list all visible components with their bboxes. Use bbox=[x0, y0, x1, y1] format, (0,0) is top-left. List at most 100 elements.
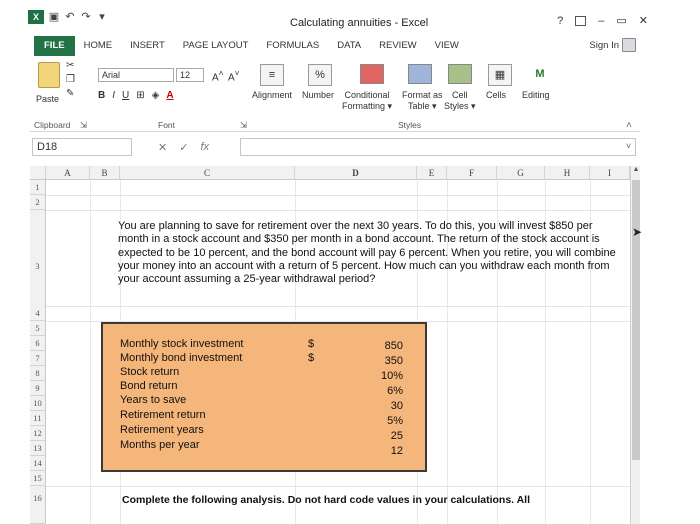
row-header-2[interactable]: 2 bbox=[30, 195, 46, 210]
borders-icon[interactable]: ⊞ bbox=[136, 90, 144, 101]
font-color-icon[interactable]: A bbox=[166, 90, 173, 101]
row-header-6[interactable]: 6 bbox=[30, 336, 46, 351]
column-header-e[interactable]: E bbox=[417, 166, 447, 180]
format-painter-icon[interactable]: ✎ bbox=[66, 88, 80, 99]
enter-icon[interactable]: ✓ bbox=[179, 141, 188, 154]
tab-insert[interactable]: INSERT bbox=[121, 36, 174, 56]
cells-button[interactable]: Cells bbox=[486, 90, 506, 101]
decrease-font-icon[interactable]: A˅ bbox=[228, 68, 240, 83]
ribbon-display-options-icon[interactable] bbox=[575, 15, 587, 26]
customize-qat-icon[interactable]: ▾ bbox=[96, 11, 108, 23]
name-box[interactable]: D18 bbox=[32, 138, 132, 156]
row-header-4[interactable]: 4 bbox=[30, 306, 46, 321]
alignment-button[interactable]: Alignment bbox=[252, 90, 292, 101]
underline-button[interactable]: U bbox=[122, 90, 129, 101]
row-header-9[interactable]: 9 bbox=[30, 381, 46, 396]
sign-in[interactable]: Sign In bbox=[589, 38, 636, 52]
input-value[interactable]: 6% bbox=[387, 385, 403, 397]
input-value[interactable]: 5% bbox=[387, 415, 403, 427]
row-header-14[interactable]: 14 bbox=[30, 456, 46, 471]
save-icon[interactable]: ▣ bbox=[48, 11, 60, 23]
format-as-table-icon[interactable] bbox=[408, 64, 432, 84]
format-as-table-button[interactable]: Format as Table ▾ bbox=[402, 90, 443, 112]
column-header-b[interactable]: B bbox=[90, 166, 120, 180]
help-button[interactable]: ? bbox=[557, 15, 563, 27]
row-header-15[interactable]: 15 bbox=[30, 471, 46, 486]
conditional-formatting-icon[interactable] bbox=[360, 64, 384, 84]
input-value[interactable]: 350 bbox=[385, 355, 403, 367]
percent-icon[interactable]: % bbox=[308, 64, 332, 86]
column-header-c[interactable]: C bbox=[120, 166, 295, 180]
font-size-select[interactable]: 12 bbox=[176, 68, 204, 82]
row-header-1[interactable]: 1 bbox=[30, 180, 46, 195]
row-header-12[interactable]: 12 bbox=[30, 426, 46, 441]
italic-button[interactable]: I bbox=[112, 90, 115, 101]
find-binoculars-icon[interactable]: M bbox=[528, 64, 552, 86]
row-header-10[interactable]: 10 bbox=[30, 396, 46, 411]
alignment-icon[interactable]: ≡ bbox=[260, 64, 284, 86]
format-as-table-line2: Table bbox=[407, 101, 430, 111]
cut-icon[interactable]: ✂ bbox=[66, 60, 80, 71]
cell-styles-button[interactable]: Cell Styles ▾ bbox=[444, 90, 476, 112]
formula-input[interactable] bbox=[240, 138, 636, 156]
cell-styles-icon[interactable] bbox=[448, 64, 472, 84]
editing-button[interactable]: Editing bbox=[522, 90, 550, 101]
minimize-button[interactable]: – bbox=[598, 15, 604, 27]
insert-function-icon[interactable]: fx bbox=[200, 141, 209, 154]
tab-view[interactable]: VIEW bbox=[426, 36, 468, 56]
collapse-ribbon-icon[interactable]: ˄ bbox=[626, 120, 632, 131]
input-value[interactable]: 10% bbox=[381, 370, 403, 382]
worksheet-grid[interactable]: A B C D E F G H I 1 2 3 4 5 6 7 8 9 10 1… bbox=[30, 166, 630, 524]
row-header-16[interactable]: 16 bbox=[30, 486, 46, 524]
cell-styles-line1: Cell bbox=[452, 90, 468, 100]
input-currency: $ bbox=[308, 338, 315, 350]
column-header-i[interactable]: I bbox=[590, 166, 630, 180]
input-label: Monthly bond investment bbox=[120, 352, 243, 364]
undo-icon[interactable]: ↶ bbox=[64, 11, 76, 23]
row-header-7[interactable]: 7 bbox=[30, 351, 46, 366]
input-value[interactable]: 30 bbox=[391, 400, 403, 412]
input-value[interactable]: 850 bbox=[385, 340, 403, 352]
column-header-f[interactable]: F bbox=[447, 166, 497, 180]
clipboard-launcher-icon[interactable]: ⇲ bbox=[80, 120, 87, 131]
row-header-5[interactable]: 5 bbox=[30, 321, 46, 336]
cells-icon[interactable]: ▦ bbox=[488, 64, 512, 86]
inputs-box: Monthly stock investment $ 850 Monthly b… bbox=[101, 322, 427, 472]
input-value[interactable]: 12 bbox=[391, 445, 403, 457]
column-header-d[interactable]: D bbox=[295, 166, 417, 180]
redo-icon[interactable]: ↷ bbox=[80, 11, 92, 23]
tab-file[interactable]: FILE bbox=[34, 36, 75, 56]
conditional-formatting-button[interactable]: Conditional Formatting ▾ bbox=[342, 90, 392, 112]
column-header-h[interactable]: H bbox=[545, 166, 590, 180]
mouse-cursor-icon: ➤ bbox=[632, 225, 643, 239]
select-all-corner[interactable] bbox=[30, 166, 46, 180]
scrollbar-thumb[interactable] bbox=[632, 180, 640, 460]
close-button[interactable]: ✕ bbox=[639, 14, 648, 27]
number-button[interactable]: Number bbox=[302, 90, 334, 101]
input-value[interactable]: 25 bbox=[391, 430, 403, 442]
copy-icon[interactable]: ❐ bbox=[66, 74, 80, 85]
increase-font-icon[interactable]: A˄ bbox=[212, 68, 224, 83]
tab-review[interactable]: REVIEW bbox=[370, 36, 425, 56]
paste-label[interactable]: Paste bbox=[36, 94, 59, 104]
fill-color-icon[interactable]: ◈ bbox=[152, 90, 160, 101]
cancel-icon[interactable]: ✕ bbox=[158, 141, 167, 154]
tab-home[interactable]: HOME bbox=[75, 36, 122, 56]
expand-formula-bar-icon[interactable]: ˅ bbox=[626, 141, 631, 151]
paste-icon[interactable] bbox=[38, 62, 60, 88]
column-header-g[interactable]: G bbox=[497, 166, 545, 180]
tab-page-layout[interactable]: PAGE LAYOUT bbox=[174, 36, 258, 56]
row-header-13[interactable]: 13 bbox=[30, 441, 46, 456]
tab-data[interactable]: DATA bbox=[328, 36, 370, 56]
tab-formulas[interactable]: FORMULAS bbox=[257, 36, 328, 56]
font-name-select[interactable]: Arial bbox=[98, 68, 174, 82]
vertical-scrollbar[interactable]: ▲ bbox=[630, 166, 640, 524]
row-header-11[interactable]: 11 bbox=[30, 411, 46, 426]
column-header-a[interactable]: A bbox=[46, 166, 90, 180]
restore-icon[interactable]: ▭ bbox=[616, 14, 626, 27]
row-header-8[interactable]: 8 bbox=[30, 366, 46, 381]
font-launcher-icon[interactable]: ⇲ bbox=[240, 120, 247, 131]
scroll-up-icon[interactable]: ▲ bbox=[631, 166, 641, 178]
font-format-row: B I U ⊞ ◈ A bbox=[98, 90, 174, 101]
bold-button[interactable]: B bbox=[98, 90, 105, 101]
